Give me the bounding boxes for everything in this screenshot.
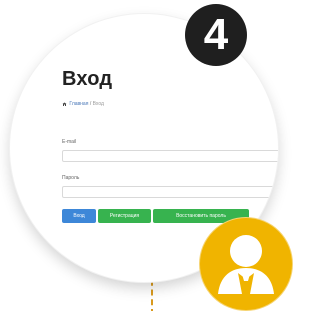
breadcrumb: Главная / Вход	[62, 102, 104, 107]
screenshot-stage: Вход Главная / Вход E-mail Пароль Вход Р…	[0, 0, 304, 311]
login-button[interactable]: Вход	[62, 209, 96, 223]
breadcrumb-current: Вход	[92, 101, 104, 107]
email-field[interactable]	[62, 150, 278, 162]
step-number-badge: 4	[185, 4, 247, 66]
password-label: Пароль	[62, 175, 80, 181]
password-field[interactable]	[62, 186, 278, 198]
breadcrumb-home-link[interactable]: Главная	[69, 101, 88, 107]
page-title: Вход	[62, 68, 113, 90]
home-icon[interactable]	[62, 102, 67, 106]
email-label: E-mail	[62, 139, 77, 145]
user-icon	[200, 218, 292, 310]
register-button[interactable]: Регистрация	[98, 209, 151, 223]
